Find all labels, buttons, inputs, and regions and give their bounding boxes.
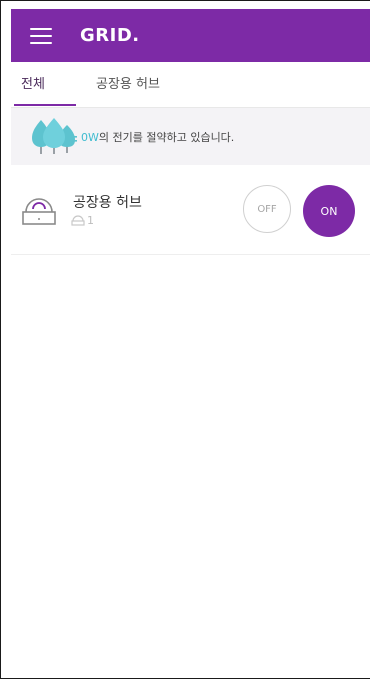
tab-bar: 전체 공장용 허브 [11,62,370,108]
app-title: GRID. [80,25,140,46]
hub-icon [21,192,57,230]
app-bar: GRID. [11,9,370,62]
tab-indicator [14,104,76,106]
on-button[interactable]: ON [303,185,355,237]
off-button[interactable]: OFF [243,185,291,233]
savings-message: 의 전기를 절약하고 있습니다. [98,130,235,144]
savings-text: 0W의 전기를 절약하고 있습니다. [81,129,234,145]
content-area [11,255,370,678]
device-meta: 1 [71,214,94,227]
device-name: 공장용 허브 [73,195,142,211]
plug-icon [71,215,85,226]
menu-icon[interactable] [30,27,52,44]
tab-factory-hub[interactable]: 공장용 허브 [96,62,160,107]
savings-amount: 0W [81,130,99,144]
savings-banner: 0W의 전기를 절약하고 있습니다. [11,108,370,165]
tab-all[interactable]: 전체 [21,62,45,107]
device-count: 1 [87,214,94,227]
app-frame: GRID. 전체 공장용 허브 0W의 전기를 절약하고 있습니다. 공장용 허… [0,0,370,679]
device-row[interactable]: 공장용 허브 1 OFF ON [11,166,370,255]
tree-icon [31,116,77,158]
